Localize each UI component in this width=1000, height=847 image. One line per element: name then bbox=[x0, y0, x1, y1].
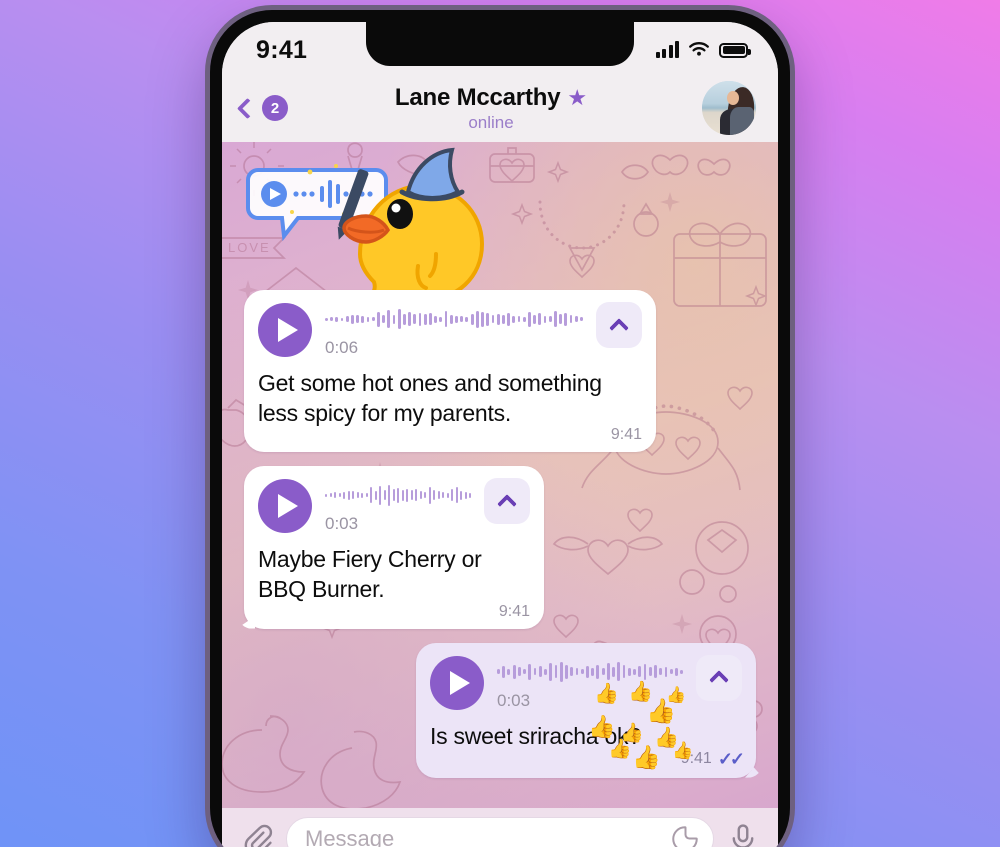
waveform-area[interactable]: 0:03 bbox=[497, 656, 684, 711]
voice-message-bubble[interactable]: 0:03 Is sweet sriracha ok? 9:41 ✓✓ 👍 👍 👍 👍 👍 👍 👍 👍 👍… bbox=[416, 642, 756, 778]
play-icon[interactable] bbox=[430, 655, 484, 710]
chevron-up-icon[interactable] bbox=[484, 478, 530, 525]
contact-info[interactable]: Lane Mccarthy ★ online bbox=[280, 84, 702, 133]
message-timestamp: 9:41 bbox=[610, 426, 642, 444]
status-time: 9:41 bbox=[256, 35, 308, 64]
message-input-bar: Message bbox=[222, 808, 778, 847]
voice-player: 0:06 bbox=[258, 302, 642, 358]
waveform-icon[interactable] bbox=[497, 659, 684, 685]
notch bbox=[366, 22, 634, 66]
double-check-icon: ✓✓ bbox=[717, 748, 745, 769]
play-icon[interactable] bbox=[258, 303, 312, 357]
online-status: online bbox=[468, 112, 514, 132]
voice-message-bubble[interactable]: 0:03 Maybe Fiery Cherry or BBQ Burner. 9:4… bbox=[244, 466, 544, 629]
message-placeholder: Message bbox=[305, 826, 395, 847]
sticker-icon[interactable] bbox=[670, 824, 700, 847]
signal-bars-icon bbox=[655, 41, 679, 58]
message-meta: 9:41 bbox=[258, 603, 530, 621]
waveform-icon[interactable] bbox=[325, 482, 472, 508]
chevron-left-icon bbox=[236, 97, 259, 119]
chat-header: 2 Lane Mccarthy ★ online bbox=[222, 74, 778, 142]
message-meta: 9:41 ✓✓ bbox=[430, 748, 745, 770]
voice-message-bubble[interactable]: 0:06 Get some hot ones and something less… bbox=[244, 290, 656, 453]
chevron-up-icon[interactable] bbox=[696, 654, 742, 701]
message-row: 0:03 Maybe Fiery Cherry or BBQ Burner. 9:4… bbox=[236, 466, 764, 629]
transcript-text: Get some hot ones and something less spi… bbox=[258, 370, 602, 427]
duck-voice-message-sticker[interactable] bbox=[240, 142, 490, 297]
message-timestamp: 9:41 bbox=[498, 602, 530, 620]
message-list[interactable]: 0:06 Get some hot ones and something less… bbox=[222, 290, 778, 808]
status-indicators bbox=[655, 41, 751, 58]
star-icon: ★ bbox=[567, 84, 588, 110]
play-icon[interactable] bbox=[258, 479, 312, 534]
wifi-icon bbox=[689, 42, 709, 56]
transcript-text: Maybe Fiery Cherry or BBQ Burner. bbox=[258, 546, 482, 603]
paperclip-icon[interactable] bbox=[240, 822, 274, 847]
battery-full-icon bbox=[719, 42, 751, 58]
contact-name: Lane Mccarthy bbox=[394, 83, 561, 111]
voice-player: 0:03 bbox=[430, 654, 742, 711]
voice-player: 0:03 bbox=[258, 478, 530, 534]
microphone-icon[interactable] bbox=[726, 822, 760, 847]
message-row: 0:06 Get some hot ones and something less… bbox=[236, 290, 764, 453]
waveform-area[interactable]: 0:03 bbox=[325, 479, 472, 534]
message-timestamp: 9:41 bbox=[680, 750, 712, 768]
message-meta: 9:41 bbox=[258, 426, 642, 444]
phone-screen: 9:41 2 Lane Mccarthy ★ online LOVE 0:06 … bbox=[222, 22, 778, 847]
avatar[interactable] bbox=[702, 81, 756, 135]
transcript-text: Is sweet sriracha ok? bbox=[430, 722, 641, 749]
voice-duration: 0:03 bbox=[497, 690, 531, 710]
voice-duration: 0:03 bbox=[325, 514, 359, 534]
phone-frame: 9:41 2 Lane Mccarthy ★ online LOVE 0:06 … bbox=[210, 10, 790, 847]
waveform-area[interactable]: 0:06 bbox=[325, 303, 583, 358]
waveform-icon[interactable] bbox=[325, 306, 583, 332]
chat-body: LOVE 0:06 Get some hot ones and somethin… bbox=[222, 142, 778, 808]
message-input[interactable]: Message bbox=[286, 817, 714, 847]
voice-duration: 0:06 bbox=[325, 338, 359, 357]
message-row: 0:03 Is sweet sriracha ok? 9:41 ✓✓ 👍 👍 👍 👍 👍 👍 👍 👍 👍… bbox=[236, 642, 764, 778]
chevron-up-icon[interactable] bbox=[596, 302, 642, 348]
